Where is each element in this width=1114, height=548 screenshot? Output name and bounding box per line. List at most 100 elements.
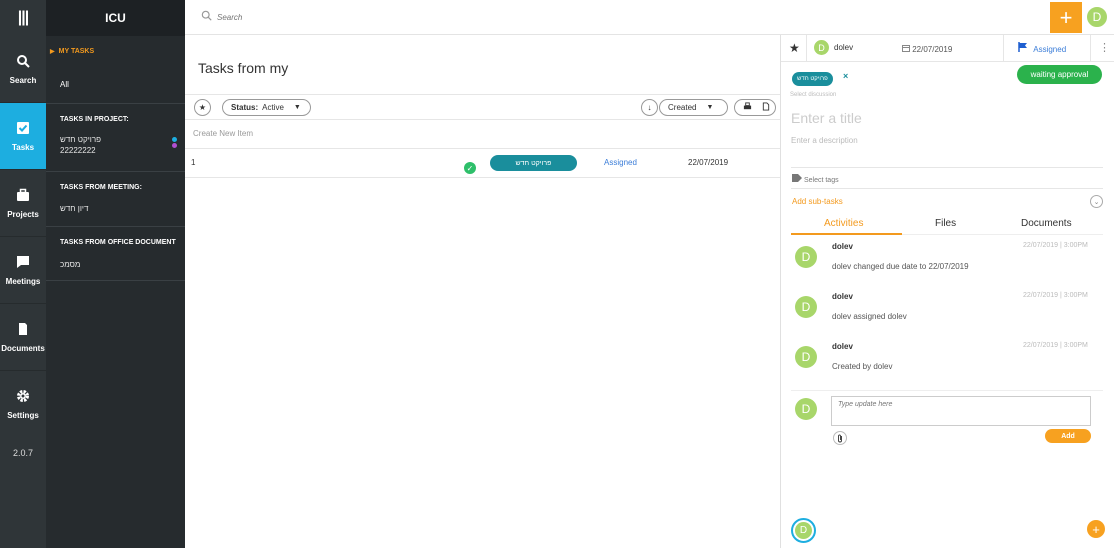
sidebar-item-meeting[interactable]: דיון חדש (60, 204, 185, 213)
my-tasks-section: ▶ MY TASKS All (46, 36, 185, 104)
status-filter-dropdown[interactable]: Status: Active ▼ (222, 99, 311, 116)
rail-label: Tasks (11, 142, 35, 152)
status-dropdown[interactable]: Assigned (1018, 42, 1066, 54)
select-discussion[interactable]: Select discussion (790, 92, 836, 98)
section-header: TASKS FROM OFFICE DOCUMENT (60, 239, 176, 246)
icon-rail: ||| Search Tasks Projects Meetings Docum… (0, 0, 46, 548)
select-tags[interactable]: Select tags (792, 174, 839, 184)
caret-right-icon: ▶ (50, 49, 55, 55)
my-tasks-label: MY TASKS (58, 48, 95, 55)
title-field[interactable]: Enter a title (791, 110, 862, 126)
tasks-icon (16, 121, 30, 140)
star-icon[interactable]: ★ (789, 41, 800, 55)
tasks-from-meeting-section: TASKS FROM MEETING: דיון חדש (46, 172, 185, 227)
search-icon (16, 54, 30, 73)
project-tag[interactable]: פרויקט חדש (792, 72, 833, 86)
activity-author: dolev (832, 242, 853, 251)
search-icon (201, 10, 212, 24)
paperclip-icon[interactable] (833, 431, 847, 445)
activity-item: D dolev 22/07/2019 | 3:00PM dolev assign… (795, 292, 1095, 332)
sidebar: ICU ▶ MY TASKS All TASKS IN PROJECT: פרוי… (46, 0, 185, 548)
current-user-avatar[interactable]: D (791, 518, 816, 543)
avatar: D (795, 522, 812, 539)
sidebar-item-project[interactable]: 22222222 (60, 143, 185, 155)
activity-item: D dolev 22/07/2019 | 3:00PM dolev change… (795, 242, 1095, 282)
rail-label: Meetings (5, 276, 41, 286)
rail-item-projects[interactable]: Projects (0, 170, 46, 237)
activity-author: dolev (832, 292, 853, 301)
print-icon[interactable] (743, 102, 752, 113)
chevron-down-icon[interactable]: ⌄ (1090, 195, 1103, 208)
create-new-item[interactable]: Create New Item (193, 129, 253, 138)
detail-tabs: Activities Files Documents (791, 215, 1103, 235)
table-row[interactable]: 1 ✓ פרויקט חדש Assigned 22/07/2019 (185, 148, 780, 178)
status-value: Active (262, 103, 284, 112)
tasks-in-project-section: TASKS IN PROJECT: פרויקט חדש 22222222 (46, 104, 185, 172)
description-field[interactable]: Enter a description (791, 136, 858, 145)
divider (791, 390, 1103, 391)
sidebar-item-document[interactable]: מסמכ (60, 260, 185, 269)
tab-activities[interactable]: Activities (824, 218, 863, 229)
sort-direction-button[interactable]: ↓ (641, 99, 658, 116)
add-subtasks-link[interactable]: Add sub-tasks (792, 197, 843, 206)
project-badge[interactable]: פרויקט חדש (490, 155, 577, 171)
rail-item-search[interactable]: Search (0, 36, 46, 103)
avatar: D (795, 296, 817, 318)
rail-item-documents[interactable]: Documents (0, 304, 46, 371)
meetings-icon (16, 255, 30, 274)
check-circle-icon[interactable]: ✓ (464, 162, 476, 174)
divider (1003, 35, 1004, 62)
tag-icon (792, 174, 804, 184)
search-box (201, 10, 417, 24)
project-name: פרויקט חדש (60, 135, 102, 144)
activity-author: dolev (832, 342, 853, 351)
row-status[interactable]: Assigned (604, 158, 637, 167)
more-options-icon[interactable]: ⋮ (1099, 41, 1110, 54)
due-date-value: 22/07/2019 (912, 45, 953, 54)
page-title: Tasks from my (198, 60, 289, 76)
update-input[interactable] (831, 396, 1091, 426)
menu-icon[interactable]: ||| (0, 0, 46, 36)
caret-down-icon: ▼ (706, 104, 714, 111)
activity-text: dolev assigned dolev (832, 312, 907, 321)
user-avatar[interactable]: D (1086, 6, 1108, 28)
activity-text: dolev changed due date to 22/07/2019 (832, 262, 969, 271)
pdf-icon[interactable] (762, 102, 770, 113)
sort-dropdown[interactable]: Created ▼ (659, 99, 728, 116)
tab-documents[interactable]: Documents (1021, 218, 1072, 229)
status-label: Status: (231, 103, 259, 112)
list-toolbar: ★ Status: Active ▼ ↓ Created ▼ (185, 94, 780, 120)
avatar: D (795, 346, 817, 368)
rail-label: Search (9, 75, 37, 85)
due-date-field[interactable]: 22/07/2019 (902, 44, 952, 54)
rail-label: Documents (1, 343, 45, 353)
calendar-icon (902, 45, 912, 54)
assignee-selector[interactable]: D dolev (814, 40, 853, 55)
tab-files[interactable]: Files (935, 218, 956, 229)
sidebar-item-project[interactable]: פרויקט חדש (60, 135, 185, 144)
tasks-from-office-section: TASKS FROM OFFICE DOCUMENT מסמכ (46, 227, 185, 281)
add-update-button[interactable]: Add (1045, 429, 1091, 443)
activity-text: Created by dolev (832, 362, 893, 371)
avatar: D (814, 40, 829, 55)
sidebar-item-my-tasks[interactable]: ▶ MY TASKS (50, 36, 185, 55)
rail-item-settings[interactable]: Settings (0, 371, 46, 438)
sidebar-item-all[interactable]: All (60, 55, 185, 101)
flag-icon (1018, 42, 1030, 54)
caret-down-icon: ▼ (293, 104, 301, 111)
search-input[interactable] (217, 12, 417, 22)
project-color-dot (172, 137, 177, 142)
app-version: 2.0.7 (12, 448, 34, 458)
star-filter-button[interactable]: ★ (194, 99, 211, 116)
close-icon[interactable]: × (843, 71, 848, 81)
waiting-approval-button[interactable]: waiting approval (1017, 65, 1102, 84)
rail-item-tasks[interactable]: Tasks (0, 103, 46, 170)
rail-item-meetings[interactable]: Meetings (0, 237, 46, 304)
task-detail-pane: ★ D dolev 22/07/2019 Assigned ⋮ waiting … (780, 35, 1114, 548)
row-date[interactable]: 22/07/2019 (688, 158, 728, 167)
plus-icon[interactable]: + (1087, 520, 1105, 538)
detail-header: ★ D dolev 22/07/2019 Assigned ⋮ (781, 35, 1114, 62)
add-button[interactable]: + (1050, 2, 1082, 33)
sort-label: Created (668, 103, 697, 112)
select-tags-label: Select tags (803, 177, 839, 184)
